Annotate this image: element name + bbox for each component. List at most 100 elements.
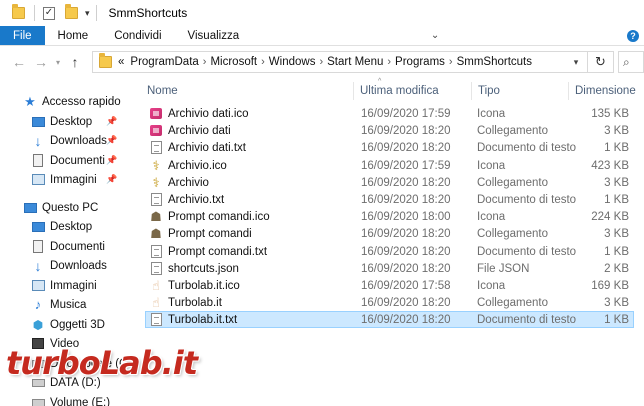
pin-icon[interactable]: 📌 [106,116,117,127]
divider [95,5,97,21]
nav-pc-disco-locale-c[interactable]: Disco locale (C:) [30,354,128,373]
nav-pc-data-d[interactable]: DATA (D:) [30,373,101,392]
file-row[interactable]: ☝ Turbolab.it.ico 16/09/2020 17:58 Icona 169… [141,277,644,294]
drive-icon [30,375,46,391]
archivio-icon [149,107,163,121]
customize-quick-access-chevron-icon[interactable]: ▾ [85,8,90,19]
nav-label: Downloads [50,259,107,272]
file-row[interactable]: Archivio dati.txt 16/09/2020 18:20 Documen… [141,139,644,156]
video-film-icon [30,336,46,352]
file-row[interactable]: Archivio dati 16/09/2020 18:20 Collegament… [141,122,644,139]
column-header-date[interactable]: Ultima modifica [354,82,471,100]
address-history-chevron-icon[interactable]: ▾ [567,52,585,72]
file-type: Documento di testo [477,245,577,258]
nav-pc-oggetti-3d[interactable]: ⬢ Oggetti 3D [30,315,105,334]
breadcrumb-programdata[interactable]: ProgramData [130,56,198,68]
computer-icon [22,200,38,216]
folder-icon [10,4,26,21]
nav-pc-musica[interactable]: ♪ Musica [30,295,87,314]
file-row[interactable]: ⚕ Archivio 16/09/2020 18:20 Collegamento 3 K… [141,174,644,191]
file-name-cell: Archivio dati.ico [149,107,249,121]
ribbon-tabs: File Home Condividi Visualizza ⌄ ? [0,26,644,46]
breadcrumb-programs[interactable]: Programs [395,56,445,68]
file-list: Archivio dati.ico 16/09/2020 17:59 Icona 13… [141,105,644,406]
nav-label: Accesso rapido [42,95,121,108]
column-header-type[interactable]: Tipo [472,82,568,100]
breadcrumb-smmshortcuts[interactable]: SmmShortcuts [457,56,532,68]
file-row[interactable]: shortcuts.json 16/09/2020 18:20 File JSON 2… [141,260,644,277]
help-button[interactable]: ? [622,26,644,45]
tab-visualizza[interactable]: Visualizza [175,26,253,45]
column-header-name[interactable]: Nome [141,82,353,100]
nav-this-pc[interactable]: Questo PC [22,198,98,217]
archivio-icon [149,124,163,138]
breadcrumb-windows[interactable]: Windows [269,56,316,68]
window-title: SmmShortcuts [108,6,188,20]
file-size: 1 KB [604,245,629,258]
drive-icon [30,395,46,406]
pin-icon[interactable]: 📌 [106,174,117,185]
file-type: Icona [477,159,506,172]
documents-icon [30,153,46,169]
up-arrow-icon[interactable]: ↑ [64,51,86,73]
new-folder-icon[interactable] [63,4,79,21]
file-row[interactable]: Prompt comandi.txt 16/09/2020 18:20 Docume… [141,243,644,260]
desktop-icon [30,219,46,235]
turbolab-icon: ☝ [152,294,160,310]
search-icon: ⌕ [623,54,630,69]
file-name: Prompt comandi [168,227,252,240]
caduceus-icon: ⚕ [152,174,160,190]
nav-pc-immagini[interactable]: Immagini [30,276,97,295]
back-arrow-icon[interactable]: ← [8,51,30,73]
search-input[interactable]: ⌕ [618,51,644,73]
nav-quick-access[interactable]: ★ Accesso rapido [22,92,121,111]
file-date: 16/09/2020 18:20 [361,193,451,206]
nav-pc-documenti[interactable]: Documenti [30,237,105,256]
file-date: 16/09/2020 18:20 [361,313,451,326]
tab-condividi[interactable]: Condividi [101,26,174,45]
nav-pc-volume-e[interactable]: Volume (E:) [30,393,110,406]
file-row[interactable]: Turbolab.it.txt 16/09/2020 18:20 Documento… [145,311,634,328]
pin-icon[interactable]: 📌 [106,155,117,166]
file-row[interactable]: Archivio dati.ico 16/09/2020 17:59 Icona 13… [141,105,644,122]
drive-icon [30,356,46,372]
refresh-icon[interactable]: ↻ [587,52,613,72]
file-row[interactable]: ☗ Prompt comandi 16/09/2020 18:20 Collegame… [141,225,644,242]
column-header-size[interactable]: Dimensione [569,82,644,100]
text-doc-icon [149,313,163,327]
nav-pc-video[interactable]: Video [30,334,79,353]
chevron-right-icon[interactable]: › [203,56,207,68]
breadcrumb-start-menu[interactable]: Start Menu [327,56,383,68]
file-type: Icona [477,210,506,223]
pin-icon[interactable]: 📌 [106,135,117,146]
file-row[interactable]: ⚕ Archivio.ico 16/09/2020 17:59 Icona 423 KB [141,157,644,174]
breadcrumb-overflow[interactable]: « [118,56,124,68]
nav-pc-downloads[interactable]: ↓ Downloads [30,256,107,275]
tab-file[interactable]: File [0,26,45,45]
breadcrumb-microsoft[interactable]: Microsoft [210,56,257,68]
file-date: 16/09/2020 18:20 [361,124,451,137]
file-date: 16/09/2020 18:20 [361,296,451,309]
file-date: 16/09/2020 17:59 [361,159,451,172]
recent-locations-chevron-icon[interactable]: ▾ [52,51,64,73]
forward-arrow-icon[interactable]: → [30,51,52,73]
nav-quick-downloads[interactable]: ↓ Downloads [30,131,107,150]
chevron-right-icon[interactable]: › [387,56,391,68]
address-bar[interactable]: « ProgramData › Microsoft › Windows › St… [92,51,614,73]
nav-quick-desktop[interactable]: Desktop [30,112,92,131]
chevron-right-icon[interactable]: › [261,56,265,68]
documents-icon [30,239,46,255]
nav-pc-desktop[interactable]: Desktop [30,217,92,236]
file-name: Prompt comandi.txt [168,245,268,258]
file-row[interactable]: Archivio.txt 16/09/2020 18:20 Documento di… [141,191,644,208]
chevron-right-icon[interactable]: › [449,56,453,68]
tab-home[interactable]: Home [45,26,102,45]
chevron-right-icon[interactable]: › [319,56,323,68]
file-row[interactable]: ☗ Prompt comandi.ico 16/09/2020 18:00 Icona… [141,208,644,225]
file-row[interactable]: ☝ Turbolab.it 16/09/2020 18:20 Collegamento… [141,294,644,311]
expand-ribbon-chevron-icon[interactable]: ⌄ [431,26,439,45]
nav-quick-documenti[interactable]: Documenti [30,151,105,170]
nav-quick-immagini[interactable]: Immagini [30,170,97,189]
text-doc-icon [149,193,163,207]
properties-check-icon[interactable]: ✓ [41,5,57,21]
